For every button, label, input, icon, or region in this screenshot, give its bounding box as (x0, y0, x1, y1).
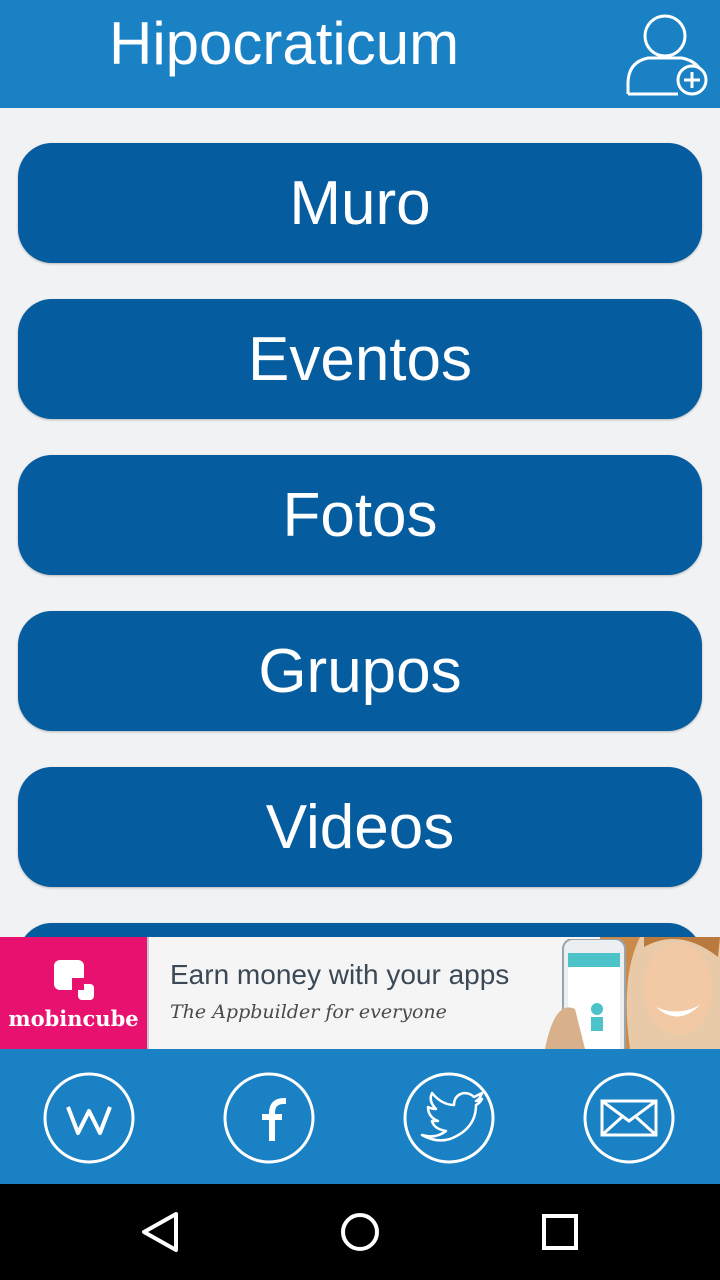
mail-icon (583, 1072, 675, 1164)
app-header: Hipocraticum (0, 0, 720, 108)
menu-button-grupos[interactable]: Grupos (18, 611, 702, 731)
back-icon (142, 1212, 178, 1252)
social-bar (0, 1049, 720, 1184)
menu-list: Muro Eventos Fotos Grupos Videos (0, 108, 720, 937)
ad-banner[interactable]: mobincube Earn money with your apps The … (0, 937, 720, 1049)
menu-button-muro[interactable]: Muro (18, 143, 702, 263)
twitter-icon (403, 1072, 495, 1164)
recents-icon (542, 1214, 578, 1250)
mail-button[interactable] (582, 1071, 676, 1165)
menu-button-eventos[interactable]: Eventos (18, 299, 702, 419)
ad-headline: Earn money with your apps (170, 959, 510, 990)
app-title: Hipocraticum (109, 10, 460, 77)
mobincube-logo-icon (54, 960, 94, 1000)
ad-phone-image (545, 939, 626, 1049)
twitter-button[interactable] (402, 1071, 496, 1165)
recents-button[interactable] (534, 1206, 586, 1258)
ad-brand-logo: mobincube (0, 937, 147, 1049)
back-button[interactable] (134, 1206, 186, 1258)
menu-button-partial[interactable] (18, 923, 702, 937)
wordpress-button[interactable] (42, 1071, 136, 1165)
home-button[interactable] (334, 1206, 386, 1258)
ad-subline: The Appbuilder for everyone (170, 1001, 447, 1023)
menu-button-videos[interactable]: Videos (18, 767, 702, 887)
facebook-button[interactable] (222, 1071, 316, 1165)
menu-button-fotos[interactable]: Fotos (18, 455, 702, 575)
wordpress-icon (43, 1072, 135, 1164)
ad-brand-name: mobincube (8, 1006, 139, 1031)
facebook-icon (223, 1072, 315, 1164)
home-icon (341, 1213, 379, 1251)
system-nav-bar (0, 1184, 720, 1280)
add-user-button[interactable] (622, 10, 710, 100)
ad-divider (147, 937, 149, 1049)
add-user-icon (626, 14, 708, 96)
